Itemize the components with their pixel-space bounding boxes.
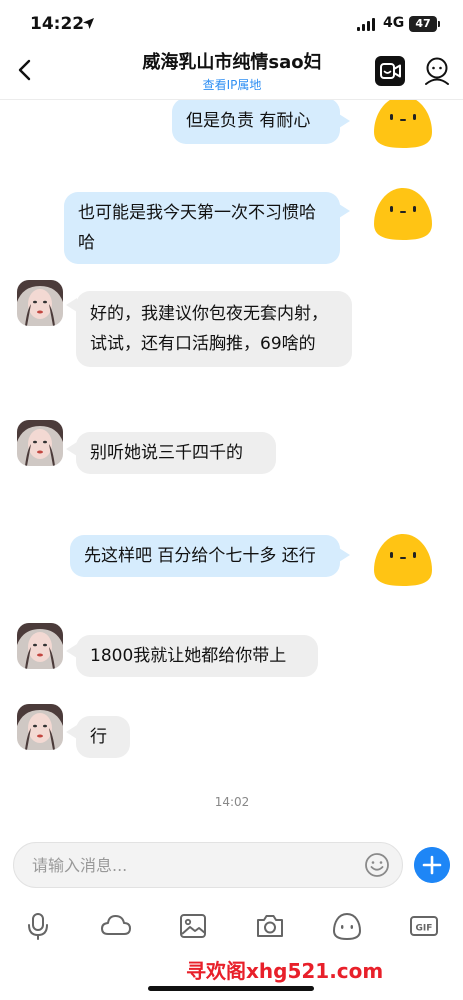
ip-location-link[interactable]: 查看IP属地 xyxy=(150,76,314,93)
message-bubble-outgoing[interactable]: 先这样吧 百分给个七十多 还行 xyxy=(70,535,340,577)
self-avatar-blob-icon[interactable] xyxy=(372,530,434,588)
gif-label: GIF xyxy=(416,924,433,934)
self-avatar-blob-icon[interactable] xyxy=(372,184,434,242)
input-toolbar: GIF xyxy=(0,904,463,950)
microphone-icon[interactable] xyxy=(22,910,54,942)
video-call-icon[interactable] xyxy=(375,56,405,86)
message-text: 行 xyxy=(90,727,107,747)
camera-icon[interactable] xyxy=(254,910,286,942)
watermark: 寻欢阁xhg521.com xyxy=(186,959,384,983)
network-label: 4G xyxy=(383,15,405,31)
signal-icon xyxy=(357,18,377,31)
profile-icon[interactable] xyxy=(422,55,452,87)
chat-header: 威海乳山市纯情sao妇 查看IP属地 xyxy=(0,44,463,100)
battery-tip xyxy=(438,21,440,27)
battery-icon: 47 xyxy=(409,16,437,32)
message-bubble-outgoing[interactable]: 但是负责 有耐心 xyxy=(172,100,340,144)
contact-avatar[interactable] xyxy=(17,623,63,669)
message-bubble-incoming[interactable]: 1800我就让她都给你带上 xyxy=(76,635,318,677)
contact-avatar-image xyxy=(17,704,63,750)
home-indicator xyxy=(148,986,314,991)
bubble-tail xyxy=(339,548,350,562)
status-bar: 14:22 4G 47 xyxy=(0,0,463,48)
message-text: 也可能是我今天第一次不习惯哈哈 xyxy=(78,203,316,253)
contact-avatar[interactable] xyxy=(17,280,63,326)
message-bubble-outgoing[interactable]: 也可能是我今天第一次不习惯哈哈 xyxy=(64,192,340,264)
image-icon[interactable] xyxy=(177,910,209,942)
contact-avatar-image xyxy=(17,280,63,326)
message-timestamp: 14:02 xyxy=(214,795,250,809)
message-text: 但是负责 有耐心 xyxy=(186,111,311,131)
contact-avatar-image xyxy=(17,420,63,466)
message-input[interactable] xyxy=(13,842,403,888)
sticker-icon[interactable] xyxy=(331,910,363,942)
status-time: 14:22 xyxy=(30,14,85,34)
message-text: 好的，我建议你包夜无套内射，试试，还有口活胸推，69啥的 xyxy=(90,304,328,354)
contact-avatar[interactable] xyxy=(17,420,63,466)
add-plus-icon[interactable] xyxy=(414,847,450,883)
back-arrow-icon[interactable] xyxy=(12,56,40,84)
bubble-tail xyxy=(339,114,350,128)
message-text: 先这样吧 百分给个七十多 还行 xyxy=(84,546,316,566)
bubble-tail xyxy=(339,204,350,218)
message-text: 别听她说三千四千的 xyxy=(90,443,243,463)
composer xyxy=(0,840,463,892)
message-list: 但是负责 有耐心 也可能是我今天第一次不习惯哈哈 好的，我建议你包夜无套内射，试… xyxy=(0,100,463,840)
contact-avatar-image xyxy=(17,623,63,669)
cloud-icon[interactable] xyxy=(100,910,132,942)
message-text: 1800我就让她都给你带上 xyxy=(90,646,287,666)
message-bubble-incoming[interactable]: 别听她说三千四千的 xyxy=(76,432,276,474)
message-bubble-incoming[interactable]: 好的，我建议你包夜无套内射，试试，还有口活胸推，69啥的 xyxy=(76,291,352,367)
message-bubble-incoming[interactable]: 行 xyxy=(76,716,130,758)
location-arrow-icon xyxy=(83,18,94,29)
emoji-icon[interactable] xyxy=(364,852,390,878)
contact-name: 威海乳山市纯情sao妇 xyxy=(142,52,322,73)
self-avatar-blob-icon[interactable] xyxy=(372,100,434,150)
gif-icon[interactable]: GIF xyxy=(408,910,440,942)
contact-avatar[interactable] xyxy=(17,704,63,750)
